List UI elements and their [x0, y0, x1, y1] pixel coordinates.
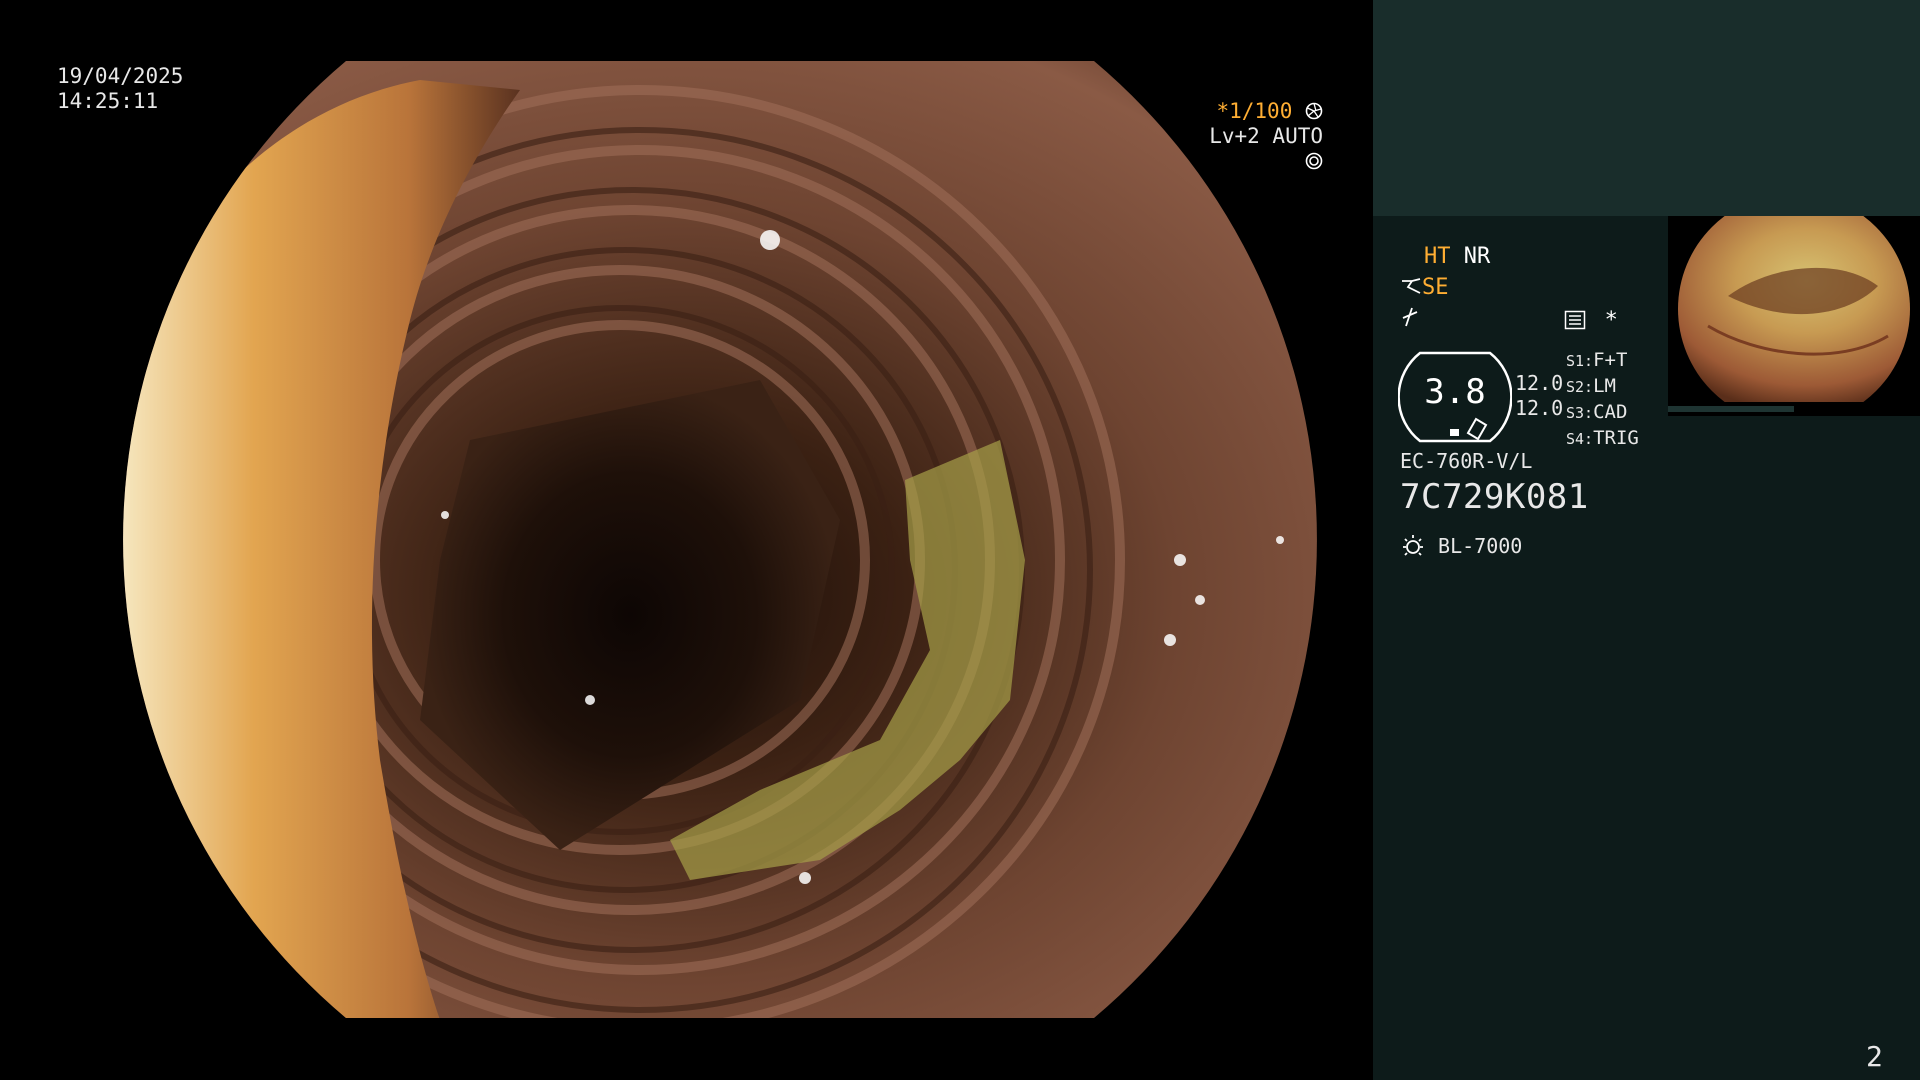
iris-icon — [1305, 152, 1323, 170]
shutter-readout: *1/100 — [1216, 99, 1293, 123]
switch-key: S4: — [1566, 430, 1594, 448]
lamp-icon — [1403, 535, 1423, 556]
se-mode: SE — [1422, 275, 1449, 300]
asterisk-indicator: * — [1604, 308, 1618, 333]
switch-key: S3: — [1566, 404, 1594, 422]
setting-b: 12.0 — [1515, 396, 1564, 420]
scope-tip-icon — [1402, 278, 1421, 294]
switch-s3: S3:CAD — [1566, 400, 1639, 426]
scope-serial: 7C729K081 — [1400, 477, 1589, 517]
enhancement-icon — [1402, 307, 1418, 327]
switch-value: LM — [1593, 375, 1616, 397]
switch-value: TRIG — [1593, 427, 1639, 449]
light-source: BL-7000 — [1438, 534, 1523, 558]
nr-mode: NR — [1463, 244, 1491, 269]
ht-mode: HT — [1424, 244, 1451, 269]
scope-model: EC-760R-V/L — [1400, 449, 1533, 473]
thumbnail-bar-strip — [1668, 406, 1794, 412]
aperture-icon — [1305, 102, 1323, 120]
date-readout: 19/04/2025 — [57, 64, 184, 88]
capture-thumbnail[interactable] — [1668, 216, 1920, 402]
time-readout: 14:25:11 — [57, 89, 159, 113]
page-number: 2 — [1866, 1040, 1883, 1073]
panel-header-area — [1373, 0, 1920, 216]
switch-s1: S1:F+T — [1566, 348, 1639, 374]
iris-mode-readout: AUTO — [1272, 124, 1323, 148]
endoscope-image — [0, 0, 1370, 1080]
switch-value: F+T — [1593, 349, 1628, 371]
switch-value: CAD — [1593, 401, 1628, 423]
switch-key: S2: — [1566, 378, 1594, 396]
switch-s4: S4:TRIG — [1566, 426, 1639, 452]
gauge-value: 3.8 — [1424, 372, 1486, 412]
list-settings-icon — [1564, 310, 1586, 330]
switch-key: S1: — [1566, 352, 1594, 370]
switch-s2: S2:LM — [1566, 374, 1639, 400]
setting-a: 12.0 — [1515, 371, 1564, 395]
level-readout: Lv+2 — [1209, 124, 1260, 148]
